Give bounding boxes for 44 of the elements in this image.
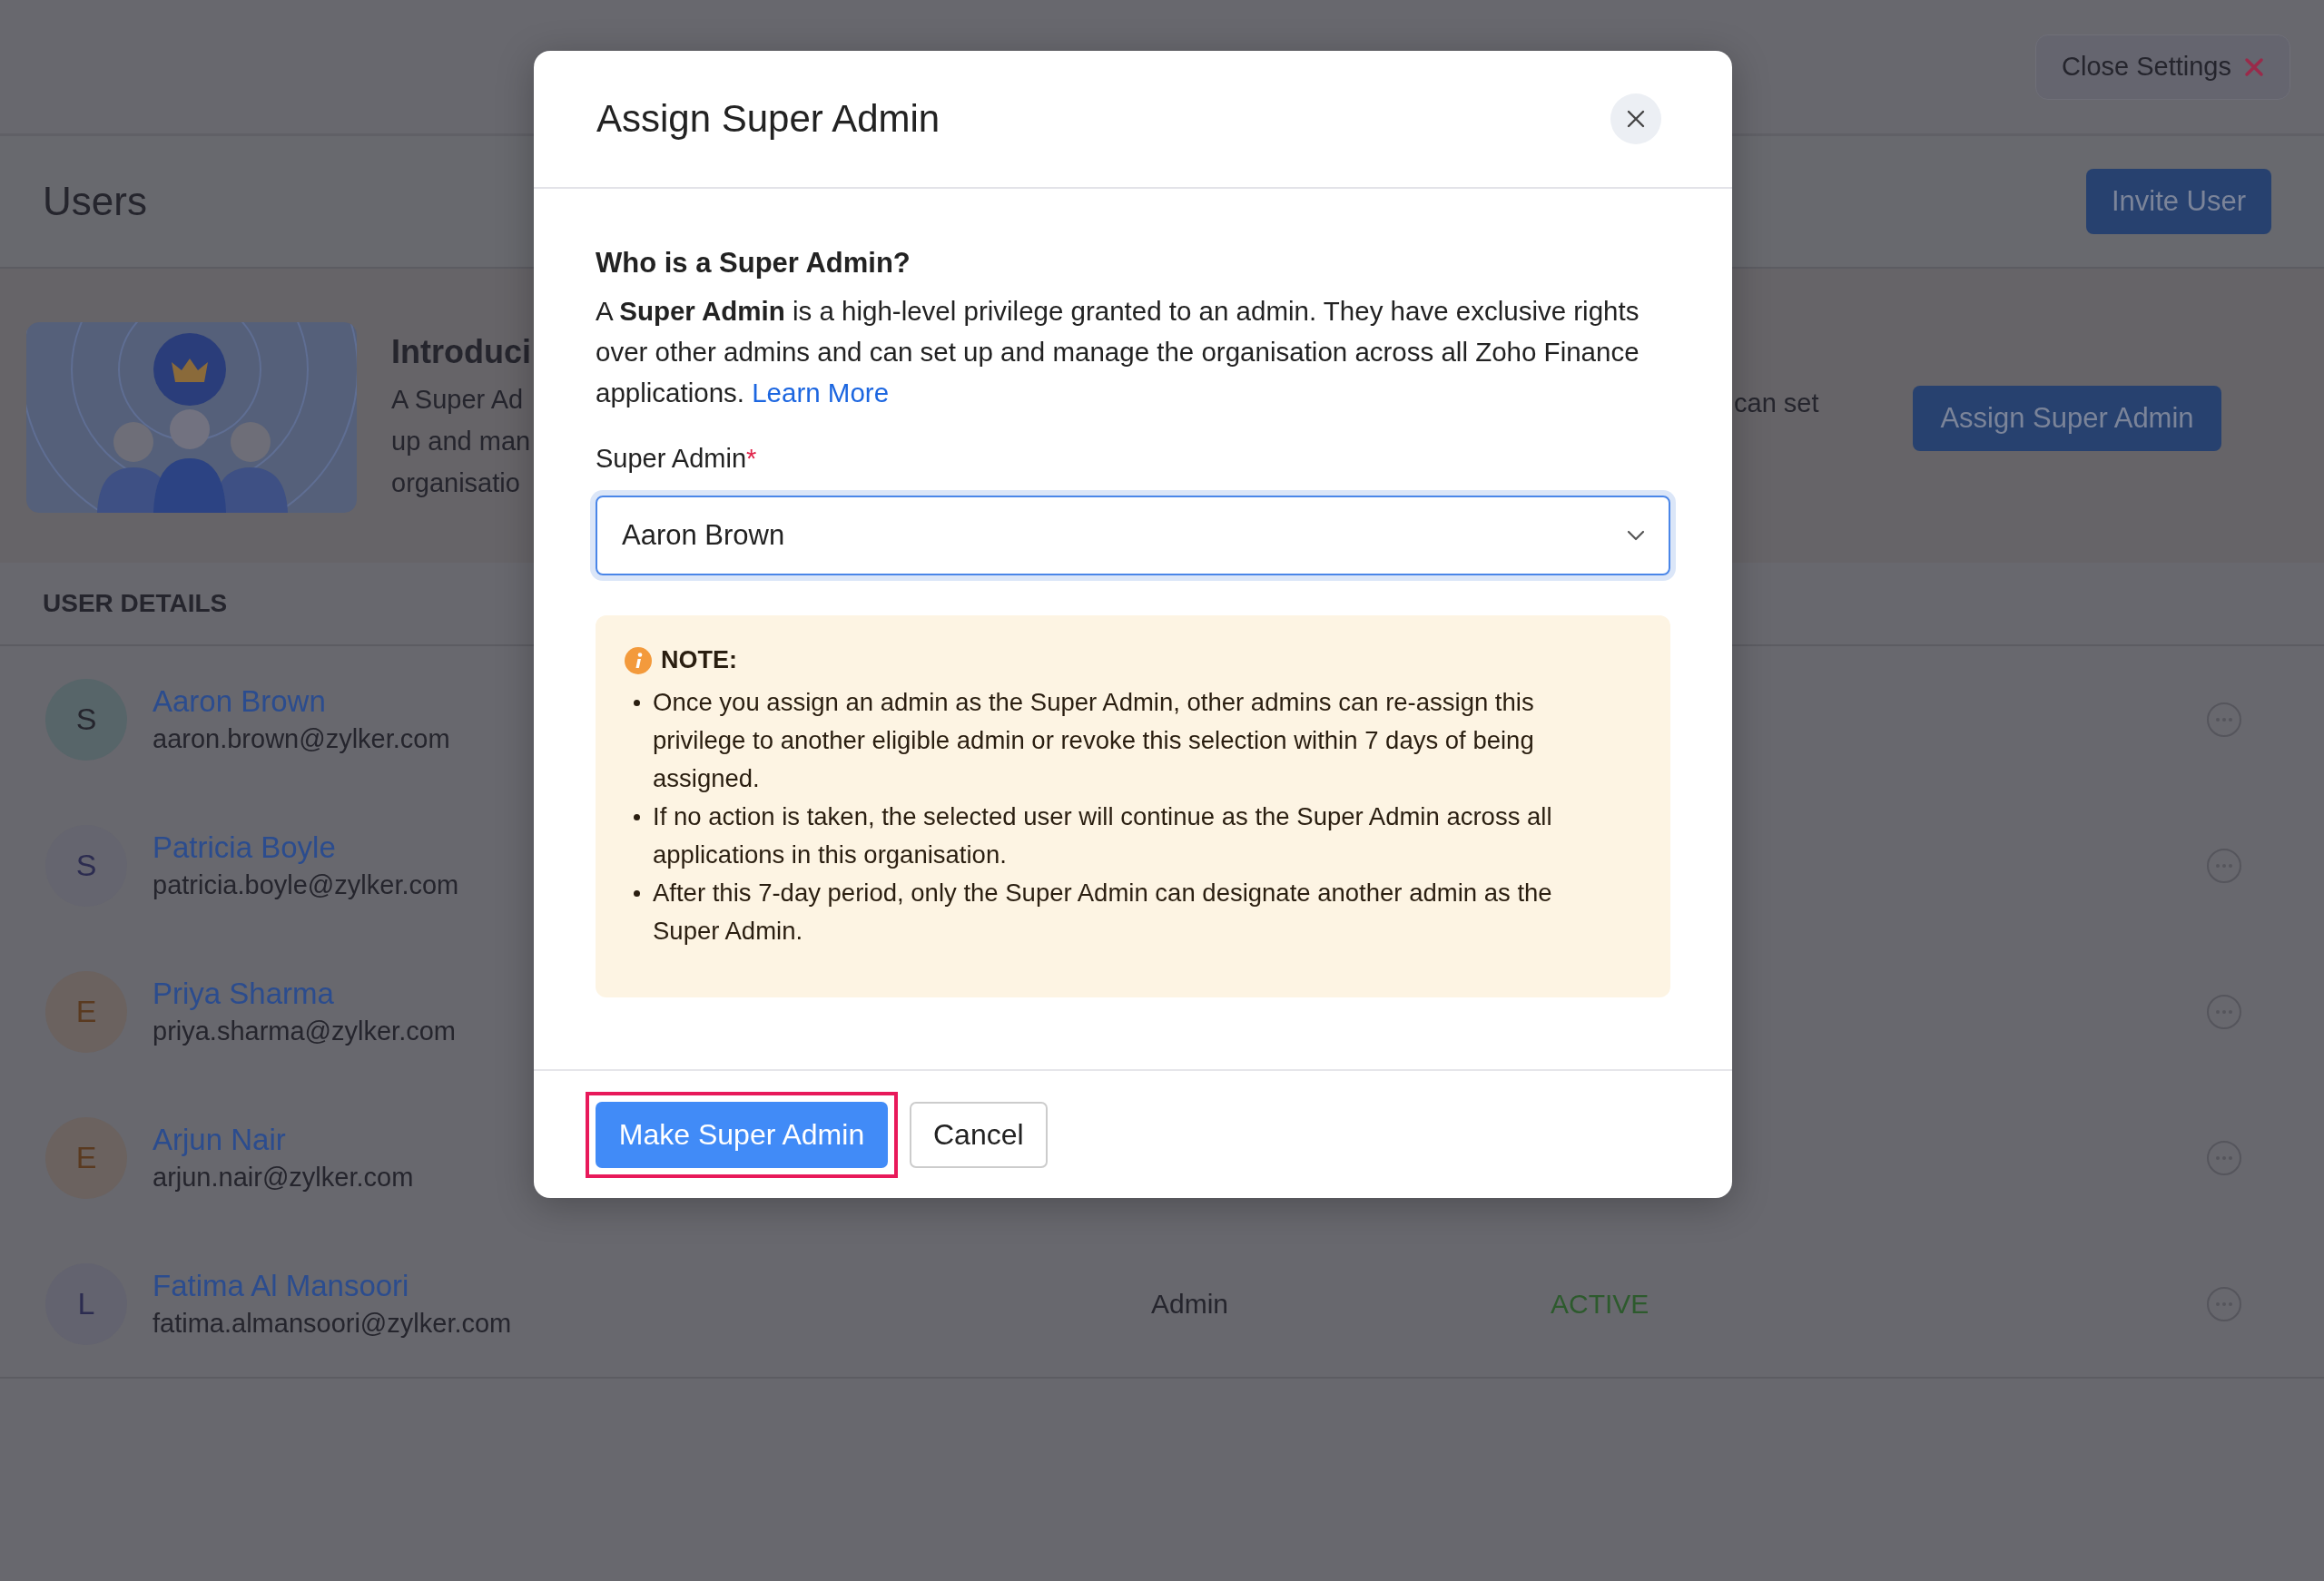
- note-title: NOTE:: [661, 646, 737, 674]
- banner-text: can set: [1734, 388, 1819, 419]
- description-text: A Super Admin is a high-level privilege granted to an admin. They have exclusive rights over other admins and can set up and manage the organisation across all Zoho Finance applications. Learn More: [596, 295, 1640, 409]
- info-icon: [625, 646, 652, 674]
- user-name-link[interactable]: Aaron Brown: [153, 684, 326, 719]
- close-icon: [2244, 56, 2264, 77]
- section-heading: Who is a Super Admin?: [596, 247, 911, 280]
- banner-text: A Super Ad: [391, 384, 524, 416]
- user-name-link[interactable]: Patricia Boyle: [153, 830, 336, 865]
- field-label: Super Admin*: [596, 444, 757, 474]
- banner-text: organisatio: [391, 467, 520, 499]
- assign-super-admin-button[interactable]: Assign Super Admin: [1913, 386, 2221, 451]
- user-avatar: S: [45, 678, 127, 761]
- note-item: Once you assign an admin as the Super Admin, other admins can re-assign this privilege to another eligible admin or revoke this selection within 7 days of being assigned.: [653, 687, 1535, 794]
- chevron-down-icon: [1627, 530, 1645, 541]
- section-title: USER DETAILS: [43, 589, 228, 618]
- user-email: aaron.brown@zylker.com: [153, 724, 450, 754]
- bullet-icon: [634, 700, 640, 706]
- user-email: priya.sharma@zylker.com: [153, 1016, 457, 1046]
- user-name-link[interactable]: Priya Sharma: [153, 977, 334, 1011]
- close-settings-button[interactable]: Close Settings: [2035, 34, 2290, 100]
- user-name-link[interactable]: Arjun Nair: [153, 1123, 286, 1157]
- dialog-title: Assign Super Admin: [596, 97, 940, 141]
- bullet-icon: [634, 814, 640, 820]
- note-item: After this 7-day period, only the Super Admin can designate another admin as the Super Admin.: [653, 878, 1553, 947]
- user-email: fatima.almansoori@zylker.com: [153, 1309, 512, 1339]
- user-role: Admin: [1151, 1288, 1230, 1320]
- cancel-button[interactable]: Cancel: [910, 1101, 1048, 1168]
- banner-title: Introduci: [391, 333, 532, 371]
- user-avatar: E: [45, 970, 127, 1053]
- user-avatar: E: [45, 1116, 127, 1199]
- bullet-icon: [634, 890, 640, 897]
- close-button[interactable]: [1610, 93, 1661, 144]
- make-super-admin-button[interactable]: Make Super Admin: [596, 1101, 888, 1168]
- invite-user-button[interactable]: Invite User: [2086, 169, 2271, 234]
- close-icon: [1627, 110, 1645, 128]
- user-email: patricia.boyle@zylker.com: [153, 870, 459, 900]
- banner-text: up and man: [391, 426, 531, 457]
- user-status: ACTIVE: [1551, 1288, 1650, 1320]
- note-item: If no action is taken, the selected user will continue as the Super Admin across all applications in this organisation.: [653, 801, 1553, 870]
- user-email: arjun.nair@zylker.com: [153, 1163, 414, 1193]
- page-title: Users: [43, 179, 147, 224]
- learn-more-link[interactable]: Learn More: [752, 378, 890, 408]
- user-name-link[interactable]: Fatima Al Mansoori: [153, 1269, 409, 1303]
